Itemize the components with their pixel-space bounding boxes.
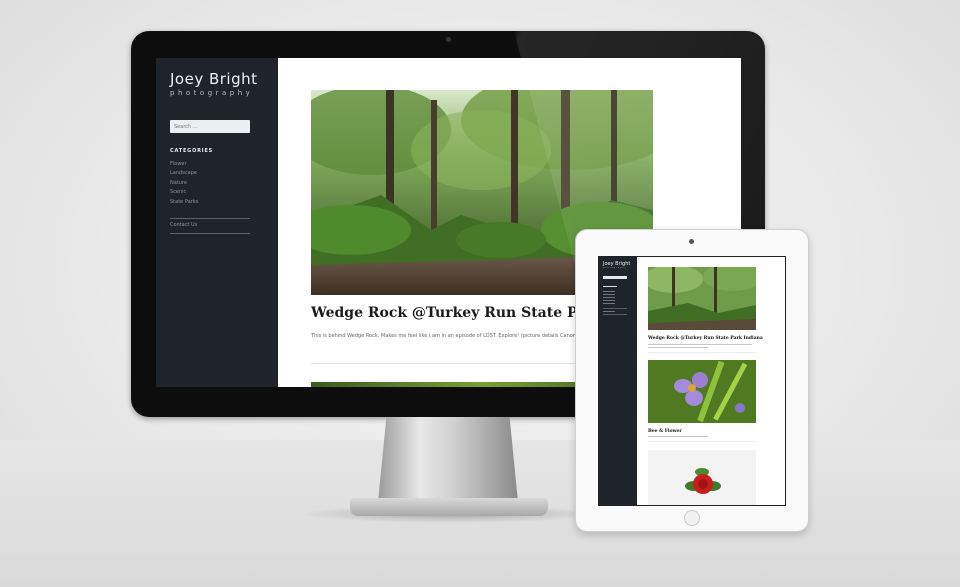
category-link-flower[interactable]: Flower xyxy=(170,160,198,169)
categories-heading: CATEGORIES xyxy=(170,148,214,154)
tablet-post-title[interactable]: Wedge Rock @Turkey Run State Park Indian… xyxy=(648,336,763,341)
search-input[interactable] xyxy=(170,120,250,133)
tablet-camera xyxy=(689,239,694,244)
tablet-post-divider xyxy=(648,352,756,353)
brand-name[interactable]: Joey Bright xyxy=(170,70,258,88)
tablet-device: Joey Bright photography Wedge Rock @Turk… xyxy=(575,229,809,532)
tablet-search-input[interactable] xyxy=(603,276,627,279)
monitor-stand-base xyxy=(350,498,548,516)
tablet-category-link[interactable] xyxy=(603,291,615,292)
tablet-sidebar-divider xyxy=(603,314,627,315)
category-link-state-parks[interactable]: State Parks xyxy=(170,198,198,207)
tablet-post: Wedge Rock @Turkey Run State Park Indian… xyxy=(648,267,763,353)
tablet-home-button[interactable] xyxy=(684,510,700,526)
tablet-contact-link[interactable] xyxy=(603,311,615,312)
categories-list: Flower Landscape Nature Scenic State Par… xyxy=(170,160,198,207)
tablet-sidebar: Joey Bright photography xyxy=(599,257,637,505)
sidebar-divider xyxy=(170,233,250,234)
tablet-post-excerpt-line xyxy=(648,436,708,437)
tablet-post-divider xyxy=(648,441,756,442)
tablet-screen: Joey Bright photography Wedge Rock @Turk… xyxy=(598,256,786,506)
category-link-nature[interactable]: Nature xyxy=(170,179,198,188)
tablet-post-excerpt-line xyxy=(648,344,752,345)
tablet-post-excerpt-line xyxy=(648,347,708,348)
tablet-post-image[interactable] xyxy=(648,267,756,330)
monitor-camera xyxy=(446,37,451,42)
tablet-sidebar-divider xyxy=(603,308,627,309)
tablet-category-link[interactable] xyxy=(603,300,615,301)
tablet-categories-heading xyxy=(603,286,617,287)
category-link-scenic[interactable]: Scenic xyxy=(170,188,198,197)
tablet-flower-photo xyxy=(648,360,756,423)
tablet-rose-photo xyxy=(648,450,756,505)
tablet-post-title[interactable]: Bee & Flower xyxy=(648,429,756,434)
tablet-category-link[interactable] xyxy=(603,303,615,304)
tablet-post-image[interactable] xyxy=(648,360,756,423)
tablet-category-link[interactable] xyxy=(603,297,615,298)
tablet-category-link[interactable] xyxy=(603,294,615,295)
contact-link[interactable]: Contact Us xyxy=(170,222,197,228)
tablet-post xyxy=(648,450,756,505)
monitor-stand xyxy=(378,417,518,502)
sidebar-divider xyxy=(170,218,250,219)
sidebar: Joey Bright photography CATEGORIES Flowe… xyxy=(156,58,278,387)
tablet-forest-photo xyxy=(648,267,756,330)
tablet-brand-tagline: photography xyxy=(603,267,627,269)
category-link-landscape[interactable]: Landscape xyxy=(170,169,198,178)
brand-tagline: photography xyxy=(170,89,254,97)
tablet-post: Bee & Flower xyxy=(648,360,756,442)
tablet-post-image[interactable] xyxy=(648,450,756,505)
